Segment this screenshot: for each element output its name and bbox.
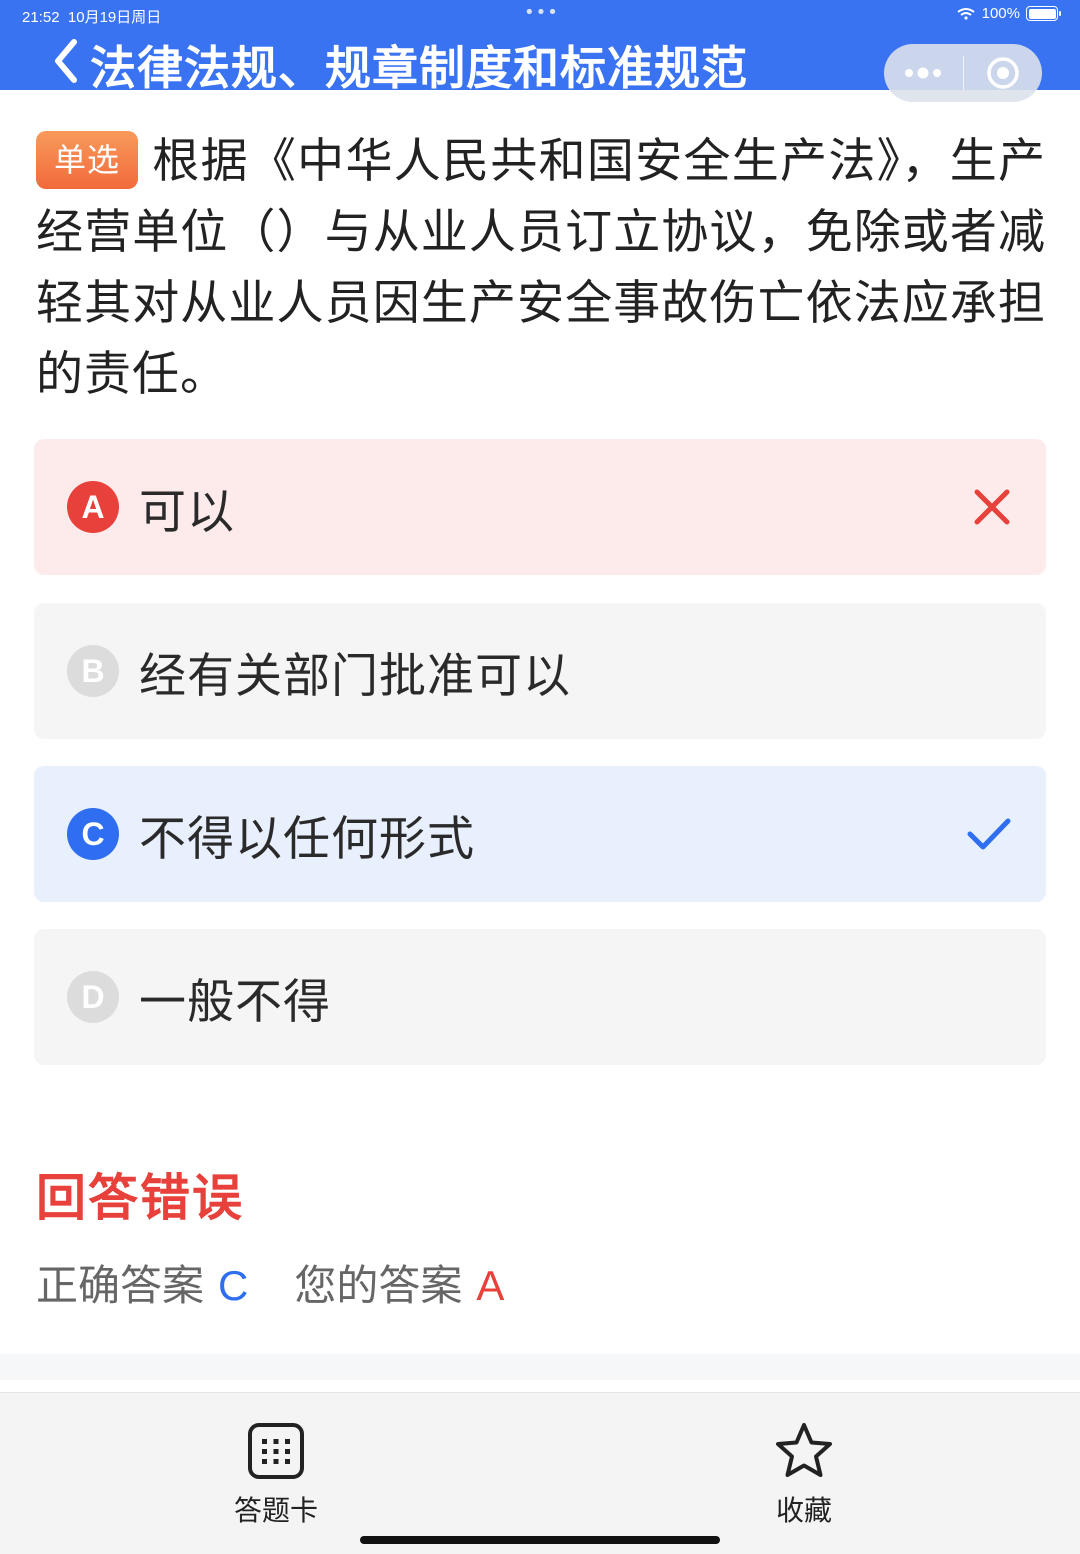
question-text-block: 单选 根据《中华人民共和国安全生产法》，生产经营单位（）与从业人员订立协议，免除或… bbox=[36, 126, 1046, 410]
grid-card-icon bbox=[248, 1423, 304, 1479]
option-letter: D bbox=[67, 971, 119, 1023]
option-text: 经有关部门批准可以 bbox=[139, 648, 571, 704]
more-button[interactable] bbox=[884, 44, 963, 102]
option-a[interactable]: A 可以 bbox=[34, 439, 1046, 575]
option-d[interactable]: D 一般不得 bbox=[34, 929, 1046, 1065]
question-text: 根据《中华人民共和国安全生产法》，生产经营单位（）与从业人员订立协议，免除或者减… bbox=[36, 134, 1046, 402]
your-answer-value: A bbox=[476, 1262, 505, 1309]
top-header: 21:52 10月19日周日 ••• 100% 法律法规、规章制度和标准规范 bbox=[0, 0, 1080, 102]
option-letter: B bbox=[67, 645, 119, 697]
correct-answer-label: 正确答案 bbox=[36, 1261, 205, 1310]
battery-percent: 100% bbox=[981, 5, 1020, 22]
option-text: 不得以任何形式 bbox=[139, 811, 475, 867]
favorite-label: 收藏 bbox=[775, 1494, 832, 1527]
option-letter: C bbox=[67, 808, 119, 860]
page-title: 法律法规、规章制度和标准规范 bbox=[90, 41, 748, 95]
wrong-mark-icon bbox=[974, 489, 1010, 525]
correct-mark-icon bbox=[967, 818, 1011, 850]
favorite-button[interactable]: 收藏 bbox=[744, 1421, 864, 1529]
battery-fill bbox=[1028, 8, 1056, 19]
back-icon[interactable] bbox=[48, 36, 88, 86]
home-indicator[interactable] bbox=[360, 1536, 720, 1544]
status-right: 100% bbox=[956, 5, 1061, 22]
star-icon bbox=[776, 1423, 832, 1477]
battery-icon bbox=[1026, 6, 1061, 21]
mini-program-capsule bbox=[884, 44, 1042, 102]
your-answer-label: 您的答案 bbox=[294, 1261, 463, 1310]
question-type-badge: 单选 bbox=[36, 131, 139, 189]
option-text: 一般不得 bbox=[139, 974, 331, 1030]
correct-answer-value: C bbox=[218, 1262, 249, 1309]
answer-card-label: 答题卡 bbox=[233, 1494, 318, 1527]
option-letter: A bbox=[67, 481, 119, 533]
more-icon bbox=[905, 67, 942, 79]
status-dots: ••• bbox=[524, 2, 559, 23]
bottom-toolbar: 答题卡 收藏 bbox=[0, 1392, 1080, 1554]
result-title: 回答错误 bbox=[36, 1169, 244, 1227]
answer-summary: 正确答案 C 您的答案 A bbox=[36, 1252, 504, 1313]
option-text: 可以 bbox=[139, 484, 235, 540]
option-c[interactable]: C 不得以任何形式 bbox=[34, 766, 1046, 902]
answer-card-button[interactable]: 答题卡 bbox=[216, 1421, 336, 1529]
close-mini-program-icon bbox=[987, 57, 1019, 89]
close-mini-program-button[interactable] bbox=[964, 44, 1043, 102]
option-b[interactable]: B 经有关部门批准可以 bbox=[34, 603, 1046, 739]
status-time: 21:52 10月19日周日 bbox=[22, 9, 162, 26]
section-separator bbox=[0, 1354, 1080, 1380]
wifi-icon bbox=[957, 7, 975, 20]
